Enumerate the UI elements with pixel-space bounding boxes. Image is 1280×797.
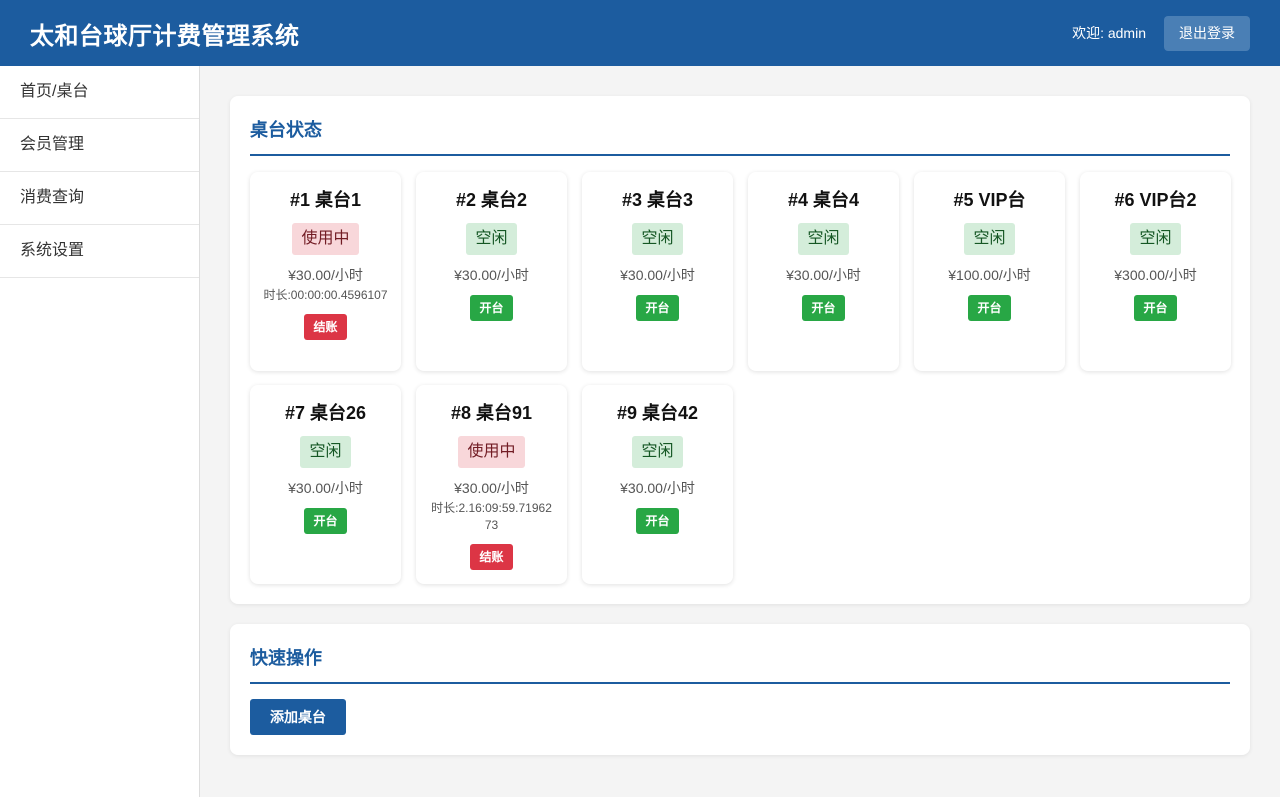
table-price: ¥30.00/小时: [786, 267, 861, 283]
table-name: #5 VIP台: [953, 190, 1026, 210]
top-header: 太和台球厅计费管理系统 欢迎: admin 退出登录: [0, 0, 1280, 66]
checkout-button[interactable]: 结账: [470, 544, 513, 570]
sidebar: 首页/桌台 会员管理 消费查询 系统设置: [0, 66, 200, 797]
open-table-button[interactable]: 开台: [636, 508, 679, 534]
table-status-panel: 桌台状态 #1 桌台1 使用中 ¥30.00/小时 时长:00:00:00.45961…: [230, 96, 1250, 604]
table-price: ¥100.00/小时: [948, 267, 1031, 283]
table-name: #8 桌台91: [450, 403, 533, 423]
table-name: #3 桌台3: [621, 190, 694, 210]
app-title: 太和台球厅计费管理系统: [30, 22, 300, 50]
open-table-button[interactable]: 开台: [968, 295, 1011, 321]
panel-title: 快速操作: [250, 644, 1230, 684]
status-badge: 使用中: [458, 436, 525, 468]
tables-grid: #1 桌台1 使用中 ¥30.00/小时 时长:00:00:00.4596107 结账 #…: [250, 172, 1231, 584]
status-badge: 使用中: [292, 223, 359, 255]
status-badge: 空闲: [632, 436, 683, 468]
table-duration: 时长:00:00:00.4596107: [263, 288, 388, 302]
table-name: #1 桌台1: [289, 190, 362, 210]
sidebar-item-home-tables[interactable]: 首页/桌台: [0, 66, 199, 119]
status-badge: 空闲: [632, 223, 683, 255]
main-content: 桌台状态 #1 桌台1 使用中 ¥30.00/小时 时长:00:00:00.45961…: [230, 96, 1250, 755]
status-badge: 空闲: [466, 223, 517, 255]
add-table-button[interactable]: 添加桌台: [250, 699, 346, 735]
open-table-button[interactable]: 开台: [470, 295, 513, 321]
checkout-button[interactable]: 结账: [304, 314, 347, 340]
table-card: #3 桌台3 空闲 ¥30.00/小时开台: [582, 172, 733, 371]
welcome-text: 欢迎: admin: [1072, 25, 1146, 41]
status-badge: 空闲: [798, 223, 849, 255]
header-user-area: 欢迎: admin 退出登录: [1072, 15, 1250, 51]
table-name: #4 桌台4: [787, 190, 860, 210]
table-card: #2 桌台2 空闲 ¥30.00/小时开台: [416, 172, 567, 371]
table-card: #8 桌台91 使用中 ¥30.00/小时时长:2.16:09:59.7196273…: [416, 385, 567, 584]
sidebar-item-consumption[interactable]: 消费查询: [0, 172, 199, 225]
table-name: #7 桌台26: [284, 403, 367, 423]
table-price: ¥30.00/小时: [454, 267, 529, 283]
open-table-button[interactable]: 开台: [636, 295, 679, 321]
table-price: ¥30.00/小时: [288, 480, 363, 496]
table-name: #9 桌台42: [616, 403, 699, 423]
sidebar-item-members[interactable]: 会员管理: [0, 119, 199, 172]
table-card: #5 VIP台空闲 ¥100.00/小时开台: [914, 172, 1065, 371]
table-card: #6 VIP台2 空闲 ¥300.00/小时开台: [1080, 172, 1231, 371]
table-card: #4 桌台4 空闲 ¥30.00/小时开台: [748, 172, 899, 371]
table-card: #9 桌台42 空闲 ¥30.00/小时开台: [582, 385, 733, 584]
table-price: ¥30.00/小时: [620, 267, 695, 283]
quick-actions-panel: 快速操作 添加桌台: [230, 624, 1250, 755]
open-table-button[interactable]: 开台: [304, 508, 347, 534]
status-badge: 空闲: [1130, 223, 1181, 255]
table-price: ¥30.00/小时: [454, 480, 529, 496]
table-price: ¥30.00/小时: [288, 267, 363, 283]
status-badge: 空闲: [964, 223, 1015, 255]
table-name: #6 VIP台2: [1114, 190, 1197, 210]
table-duration: 时长:2.16:09:59.7196273: [431, 501, 552, 532]
table-card: #1 桌台1 使用中 ¥30.00/小时时长:00:00:00.4596107 结账: [250, 172, 401, 371]
sidebar-item-settings[interactable]: 系统设置: [0, 225, 199, 278]
table-price: ¥30.00/小时: [620, 480, 695, 496]
panel-title: 桌台状态: [250, 116, 1230, 156]
status-badge: 空闲: [300, 436, 351, 468]
open-table-button[interactable]: 开台: [1134, 295, 1177, 321]
logout-button[interactable]: 退出登录: [1164, 15, 1250, 51]
table-card: #7 桌台26 空闲 ¥30.00/小时开台: [250, 385, 401, 584]
table-name: #2 桌台2: [455, 190, 528, 210]
table-price: ¥300.00/小时: [1114, 267, 1197, 283]
open-table-button[interactable]: 开台: [802, 295, 845, 321]
